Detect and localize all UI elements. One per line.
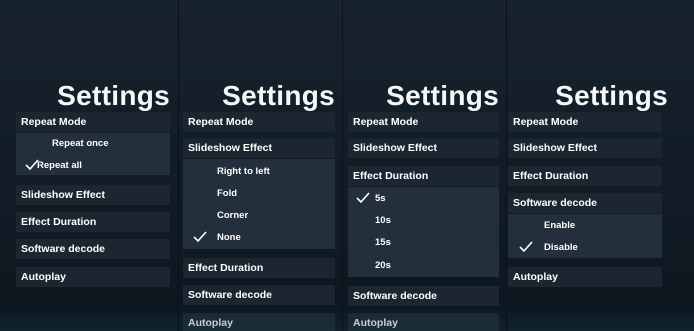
checkmark-icon [193, 231, 207, 243]
menu-item-autoplay[interactable]: Autoplay [508, 267, 662, 287]
option-20s[interactable]: 20s [348, 255, 499, 275]
menu-item-effect-duration[interactable]: Effect Duration [16, 212, 170, 232]
software-decode-submenu: Enable Disable [508, 214, 662, 258]
page-title: Settings [57, 80, 170, 111]
menu-item-autoplay[interactable]: Autoplay [348, 313, 499, 331]
menu-item-software-decode[interactable]: Software decode [183, 285, 335, 305]
option-none[interactable]: None [183, 227, 335, 247]
option-5s[interactable]: 5s [348, 188, 499, 208]
option-label: 20s [375, 259, 391, 271]
settings-panel-repeat-mode: Settings Repeat Mode Repeat once Repeat … [0, 0, 178, 331]
settings-screens-strip: Settings Repeat Mode Repeat once Repeat … [0, 0, 694, 331]
option-label: Repeat all [37, 159, 82, 171]
menu-item-slideshow-effect[interactable]: Slideshow Effect [348, 138, 499, 158]
menu-item-autoplay[interactable]: Autoplay [183, 313, 335, 331]
option-label: 5s [375, 192, 386, 204]
option-disable[interactable]: Disable [508, 237, 662, 257]
effect-duration-submenu: 5s 10s 15s 20s [348, 187, 499, 277]
option-label: 10s [375, 214, 391, 226]
menu-item-effect-duration[interactable]: Effect Duration [348, 166, 499, 186]
menu-item-repeat-mode[interactable]: Repeat Mode [348, 112, 499, 132]
option-label: Corner [217, 209, 249, 221]
menu-item-autoplay[interactable]: Autoplay [16, 267, 170, 287]
menu-item-slideshow-effect[interactable]: Slideshow Effect [183, 138, 335, 158]
option-10s[interactable]: 10s [348, 210, 499, 230]
menu-item-repeat-mode[interactable]: Repeat Mode [183, 112, 335, 132]
menu-item-effect-duration[interactable]: Effect Duration [508, 166, 662, 186]
menu-item-software-decode[interactable]: Software decode [508, 193, 662, 213]
option-label: Right to left [217, 165, 270, 177]
checkmark-icon [519, 241, 533, 253]
option-corner[interactable]: Corner [183, 205, 335, 225]
repeat-mode-submenu: Repeat once Repeat all [16, 133, 170, 175]
settings-panel-software-decode: Settings Repeat Mode Slideshow Effect Ef… [506, 0, 694, 331]
menu-item-software-decode[interactable]: Software decode [348, 286, 499, 306]
page-title: Settings [555, 80, 668, 111]
slideshow-effect-submenu: Right to left Fold Corner None [183, 159, 335, 249]
menu-item-software-decode[interactable]: Software decode [16, 239, 170, 259]
option-label: Enable [544, 219, 576, 231]
menu-item-slideshow-effect[interactable]: Slideshow Effect [508, 138, 662, 158]
option-label: 15s [375, 236, 391, 248]
option-right-to-left[interactable]: Right to left [183, 161, 335, 181]
menu-item-slideshow-effect[interactable]: Slideshow Effect [16, 185, 170, 205]
option-repeat-all[interactable]: Repeat all [16, 155, 170, 175]
page-title: Settings [386, 80, 499, 111]
settings-panel-effect-duration: Settings Repeat Mode Slideshow Effect Ef… [342, 0, 507, 331]
option-15s[interactable]: 15s [348, 232, 499, 252]
checkmark-icon [356, 192, 370, 204]
option-label: Fold [217, 187, 238, 199]
option-enable[interactable]: Enable [508, 215, 662, 235]
option-repeat-once[interactable]: Repeat once [16, 133, 170, 153]
option-label: Repeat once [52, 137, 109, 149]
option-label: None [217, 231, 241, 243]
option-label: Disable [544, 241, 578, 253]
menu-item-repeat-mode[interactable]: Repeat Mode [16, 112, 170, 132]
page-title: Settings [222, 80, 335, 111]
option-fold[interactable]: Fold [183, 183, 335, 203]
settings-panel-slideshow-effect: Settings Repeat Mode Slideshow Effect Ri… [178, 0, 343, 331]
menu-item-effect-duration[interactable]: Effect Duration [183, 258, 335, 278]
menu-item-repeat-mode[interactable]: Repeat Mode [508, 112, 662, 132]
